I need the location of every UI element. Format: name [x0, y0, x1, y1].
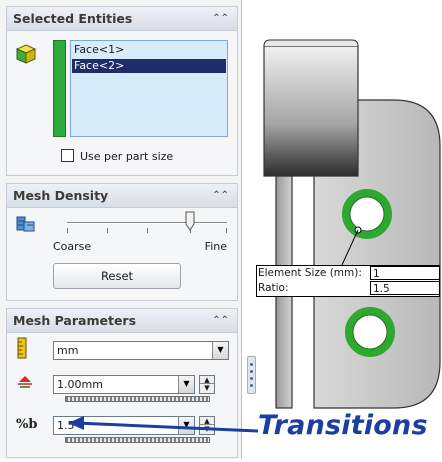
callout-size-value[interactable]: 1	[370, 266, 440, 280]
transitions-annotation: Transitions	[258, 410, 428, 441]
mesh-callout: Element Size (mm): 1 Ratio: 1.5	[256, 265, 440, 297]
callout-ratio-row: Ratio: 1.5	[257, 281, 441, 296]
callout-ratio-label: Ratio:	[258, 282, 289, 294]
callout-size-label: Element Size (mm):	[258, 267, 362, 279]
transitions-arrow	[68, 416, 259, 433]
callout-ratio-value[interactable]: 1.5	[370, 281, 440, 295]
callout-size-row: Element Size (mm): 1	[257, 266, 441, 281]
